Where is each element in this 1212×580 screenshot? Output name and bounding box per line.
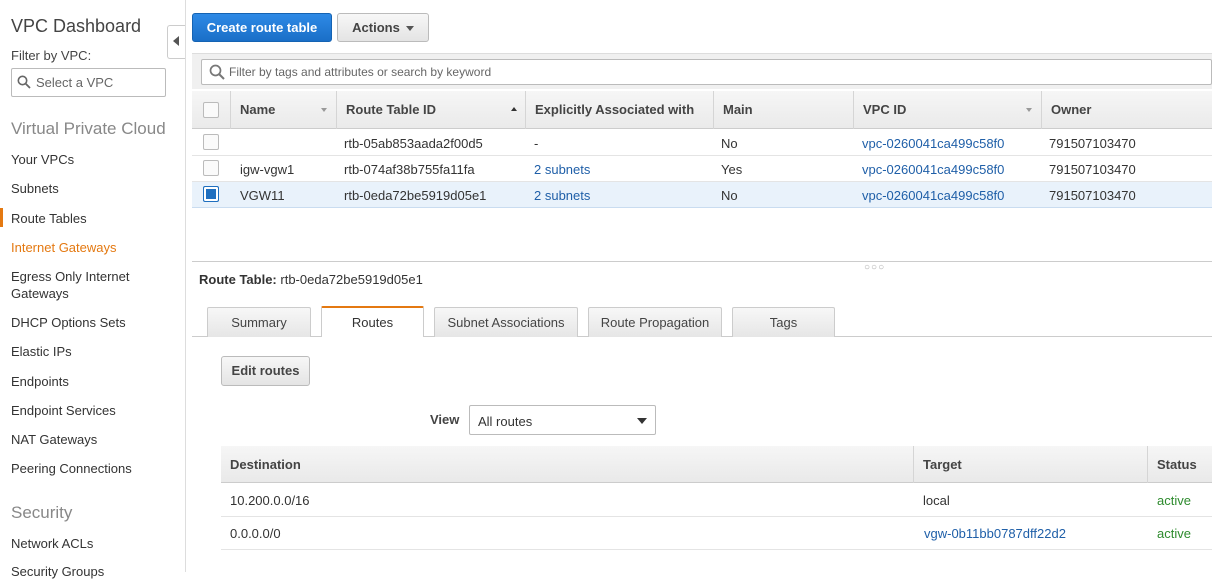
sidebar: VPC Dashboard Filter by VPC: Select a VP…	[0, 0, 186, 579]
tab-summary[interactable]: Summary	[207, 307, 311, 337]
edit-routes-button[interactable]: Edit routes	[221, 356, 310, 386]
column-header-target[interactable]: Target	[913, 446, 1147, 483]
create-route-table-button[interactable]: Create route table	[192, 13, 332, 42]
dropdown-arrow-icon	[637, 418, 647, 424]
column-header-explicit-association[interactable]: Explicitly Associated with	[525, 91, 713, 129]
route-status: active	[1157, 493, 1191, 508]
sidebar-item-network-acls[interactable]: Network ACLs	[11, 535, 176, 552]
search-bar: Filter by tags and attributes or search …	[192, 53, 1212, 89]
sidebar-item-egress-only-gateways[interactable]: Egress Only Internet Gateways	[11, 268, 176, 302]
pane-splitter[interactable]	[192, 261, 1212, 262]
search-icon	[209, 64, 225, 83]
cell-owner: 791507103470	[1049, 162, 1136, 177]
route-destination: 10.200.0.0/16	[230, 493, 310, 508]
row-checkbox-checked[interactable]	[203, 186, 219, 202]
actions-button[interactable]: Actions	[337, 13, 429, 42]
column-name-label: Name	[240, 102, 276, 117]
cell-association-link[interactable]: 2 subnets	[534, 188, 590, 203]
column-header-status[interactable]: Status	[1147, 446, 1212, 483]
search-input[interactable]: Filter by tags and attributes or search …	[201, 59, 1212, 85]
cell-route-table-id: rtb-05ab853aada2f00d5	[344, 136, 483, 151]
route-row: 0.0.0.0/0 vgw-0b11bb0787dff22d2 active	[221, 517, 1212, 550]
column-header-route-table-id[interactable]: Route Table ID	[336, 91, 525, 129]
cell-owner: 791507103470	[1049, 188, 1136, 203]
cell-route-table-id: rtb-074af38b755fa11fa	[344, 162, 475, 177]
chevron-down-icon	[405, 26, 414, 32]
cell-name: igw-vgw1	[240, 162, 295, 177]
tab-subnet-associations[interactable]: Subnet Associations	[434, 307, 578, 337]
row-checkbox[interactable]	[203, 160, 219, 176]
filter-label: Filter by VPC:	[11, 48, 92, 63]
tab-tags[interactable]: Tags	[732, 307, 835, 337]
vpc-filter-select[interactable]: Select a VPC	[11, 68, 166, 97]
select-all-checkbox[interactable]	[203, 102, 219, 118]
sidebar-item-dhcp-options[interactable]: DHCP Options Sets	[11, 314, 176, 331]
search-icon	[17, 75, 31, 92]
column-header-main[interactable]: Main	[713, 91, 853, 129]
column-route-table-id-label: Route Table ID	[346, 102, 437, 117]
route-target: local	[923, 493, 950, 508]
table-row-selected[interactable]: VGW11 rtb-0eda72be5919d05e1 2 subnets No…	[192, 182, 1212, 208]
route-status: active	[1157, 526, 1191, 541]
cell-vpc-id-link[interactable]: vpc-0260041ca499c58f0	[862, 136, 1004, 151]
tab-route-propagation[interactable]: Route Propagation	[588, 307, 722, 337]
tab-routes[interactable]: Routes	[321, 306, 424, 337]
table-row[interactable]: igw-vgw1 rtb-074af38b755fa11fa 2 subnets…	[192, 156, 1212, 182]
view-select-value: All routes	[478, 414, 533, 429]
sidebar-item-your-vpcs[interactable]: Your VPCs	[11, 151, 176, 168]
column-header-name[interactable]: Name	[230, 91, 336, 129]
sort-icon	[321, 108, 327, 112]
cell-owner: 791507103470	[1049, 136, 1136, 151]
cell-main: Yes	[721, 162, 743, 177]
chevron-left-icon	[173, 36, 179, 46]
sidebar-title[interactable]: VPC Dashboard	[11, 16, 141, 37]
sidebar-item-internet-gateways[interactable]: Internet Gateways	[11, 239, 176, 256]
route-target-link[interactable]: vgw-0b11bb0787dff22d2	[924, 526, 1066, 541]
route-tables-header: Name Route Table ID Explicitly Associate…	[192, 91, 1212, 129]
sidebar-item-peering-connections[interactable]: Peering Connections	[11, 460, 176, 477]
sidebar-item-route-tables[interactable]: Route Tables	[0, 208, 176, 227]
cell-association-link[interactable]: 2 subnets	[534, 162, 590, 177]
route-row: 10.200.0.0/16 local active	[221, 484, 1212, 517]
actions-label: Actions	[352, 20, 400, 35]
route-destination: 0.0.0.0/0	[230, 526, 281, 541]
sort-icon	[1026, 108, 1032, 112]
cell-main: No	[721, 136, 738, 151]
column-header-vpc-id[interactable]: VPC ID	[853, 91, 1041, 129]
cell-name: VGW11	[240, 188, 285, 203]
search-placeholder: Filter by tags and attributes or search …	[229, 65, 492, 79]
row-checkbox[interactable]	[203, 134, 219, 150]
cell-main: No	[721, 188, 738, 203]
column-vpc-id-label: VPC ID	[863, 102, 907, 117]
cell-route-table-id: rtb-0eda72be5919d05e1	[344, 188, 487, 203]
section-security-heading: Security	[11, 503, 73, 522]
detail-title-value: rtb-0eda72be5919d05e1	[280, 272, 423, 287]
vpc-filter-placeholder: Select a VPC	[36, 75, 114, 90]
sidebar-item-elastic-ips[interactable]: Elastic IPs	[11, 343, 176, 360]
select-all-cell	[192, 91, 230, 129]
table-row[interactable]: rtb-05ab853aada2f00d5 - No vpc-0260041ca…	[192, 130, 1212, 156]
detail-title-label: Route Table:	[199, 272, 277, 287]
detail-title: Route Table: rtb-0eda72be5919d05e1	[199, 272, 423, 287]
column-header-owner[interactable]: Owner	[1041, 91, 1212, 129]
cell-association: -	[534, 136, 539, 151]
view-select[interactable]: All routes	[469, 405, 656, 435]
sidebar-item-subnets[interactable]: Subnets	[11, 180, 176, 197]
drag-handle-icon[interactable]: ○○○	[864, 262, 885, 273]
view-label: View	[430, 412, 460, 427]
sidebar-item-nat-gateways[interactable]: NAT Gateways	[11, 431, 176, 448]
sidebar-item-endpoints[interactable]: Endpoints	[11, 373, 176, 390]
column-header-destination[interactable]: Destination	[221, 446, 913, 483]
sort-ascending-icon	[511, 107, 517, 111]
collapse-sidebar-button[interactable]	[167, 25, 185, 59]
sidebar-item-endpoint-services[interactable]: Endpoint Services	[11, 402, 176, 419]
routes-header: Destination Target Status	[221, 446, 1212, 483]
cell-vpc-id-link[interactable]: vpc-0260041ca499c58f0	[862, 188, 1004, 203]
cell-vpc-id-link[interactable]: vpc-0260041ca499c58f0	[862, 162, 1004, 177]
section-vpc-heading: Virtual Private Cloud	[11, 119, 166, 138]
